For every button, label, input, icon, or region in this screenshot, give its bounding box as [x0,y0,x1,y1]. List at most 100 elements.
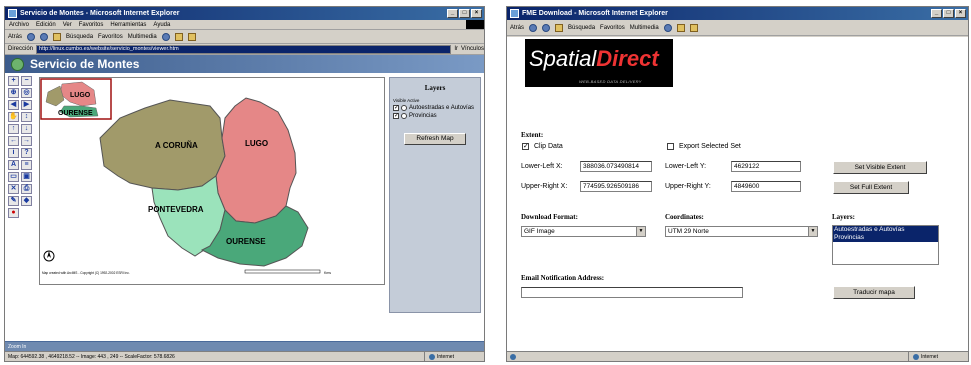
zoom-out-tool-icon[interactable]: − [21,76,32,86]
window-title: FME Download - Microsoft Internet Explor… [522,10,668,17]
back-button[interactable]: Atrás [8,34,22,40]
address-label: Dirección [8,46,34,52]
minimize-button[interactable]: _ [447,9,458,18]
search-button[interactable]: Búsqueda [66,34,93,40]
dropdown-arrow-icon: ▼ [808,227,817,236]
select-tool-icon[interactable]: ▭ [8,172,19,182]
menu-ayuda[interactable]: Ayuda [153,22,170,28]
zoom-prev-tool-icon[interactable]: ◀ [8,100,19,110]
layers-label: Layers: [832,213,855,221]
home-icon[interactable] [53,32,62,41]
menu-ver[interactable]: Ver [63,22,72,28]
minimize-button[interactable]: _ [931,9,942,18]
close-button[interactable]: × [955,9,966,18]
layers-title: Layers [424,84,446,92]
pan-tool-icon[interactable]: ✋ [8,112,19,122]
query-tool-icon[interactable]: ? [21,148,32,158]
zoom-layer-tool-icon[interactable]: ◎ [21,88,32,98]
menu-archivo[interactable]: Archivo [9,22,29,28]
pan-north-tool-icon[interactable]: ↑ [8,124,19,134]
menu-herramientas[interactable]: Herramientas [110,22,146,28]
stop-icon[interactable] [27,32,36,41]
layer-visible-checkbox[interactable]: ✓ [393,105,399,111]
stop-icon[interactable] [529,23,538,32]
stop-tool-icon[interactable]: ● [8,208,19,218]
mail-icon[interactable] [676,23,685,32]
security-zone: Internet [424,352,484,361]
lower-left-y-input[interactable]: 4629122 [731,161,801,172]
zoom-in-tool-icon[interactable]: + [8,76,19,86]
favorites-button[interactable]: Favoritos [98,34,123,40]
menu-edicion[interactable]: Edición [36,22,56,28]
clip-data-checkbox[interactable]: ✓ [522,143,529,150]
security-zone: Internet [908,352,968,361]
set-full-extent-button[interactable]: Set Full Extent [833,181,909,194]
clear-tool-icon[interactable]: ✕ [8,184,19,194]
map-view[interactable]: A CORUÑA LUGO PONTEVEDRA OURENSE LUGO OU… [39,77,385,285]
pan-south-tool-icon[interactable]: ↓ [21,124,32,134]
zoom-next-tool-icon[interactable]: ▶ [21,100,32,110]
favorites-button[interactable]: Favoritos [600,25,625,31]
history-icon[interactable] [161,32,170,41]
coordinates-select[interactable]: UTM 29 Norte ▼ [665,226,818,237]
home-icon[interactable] [555,23,564,32]
download-format-select[interactable]: GIF Image ▼ [521,226,646,237]
search-button[interactable]: Búsqueda [568,25,595,31]
download-format-label: Download Format: [521,213,578,221]
links-button[interactable]: Vínculos [461,46,484,52]
buffer-tool-icon[interactable]: ▣ [21,172,32,182]
extent-label: Extent: [521,131,544,139]
refresh-map-button[interactable]: Refresh Map [404,133,466,145]
export-selected-checkbox[interactable] [667,143,674,150]
list-item[interactable]: Autoestradas e Autovías [833,226,938,234]
back-button[interactable]: Atrás [510,25,524,31]
layer-active-radio[interactable] [401,105,407,111]
identify-tool-icon[interactable]: i [8,148,19,158]
servicio-montes-window: Servicio de Montes - Microsoft Internet … [4,6,485,362]
media-button[interactable]: Multimedia [128,34,157,40]
overview-label-ourense: OURENSE [58,110,93,117]
list-item[interactable]: Provincias [833,234,938,242]
go-button[interactable]: Ir [454,46,458,52]
menu-favoritos[interactable]: Favoritos [79,22,104,28]
media-button[interactable]: Multimedia [630,25,659,31]
scale-label: Kms [324,271,331,275]
pan-east-tool-icon[interactable]: → [21,136,32,146]
refresh-icon[interactable] [542,23,551,32]
pan-west-tool-icon[interactable]: ← [8,136,19,146]
email-input[interactable] [521,287,743,298]
measure-tool-icon[interactable]: ≡ [21,160,32,170]
print-icon[interactable] [187,32,196,41]
layers-subheader: Visible Active [393,98,420,103]
scale-bar [244,269,321,274]
traducir-mapa-button[interactable]: Traducir mapa [833,286,915,299]
lower-left-x-input[interactable]: 388036.073490814 [580,161,652,172]
extract-tool-icon[interactable]: ◆ [21,196,32,206]
refresh-icon[interactable] [40,32,49,41]
maximize-button[interactable]: □ [459,9,470,18]
pan-arrows-tool-icon[interactable]: ↕ [21,112,32,122]
clip-data-label: Clip Data [534,143,563,150]
address-input[interactable]: http://linux.cumbo.es/website/servicio_m… [36,44,452,54]
maximize-button[interactable]: □ [943,9,954,18]
close-button[interactable]: × [471,9,482,18]
upper-right-y-label: Upper-Right Y: [665,183,711,190]
upper-right-y-input[interactable]: 4849600 [731,181,801,192]
layer-visible-checkbox[interactable]: ✓ [393,113,399,119]
mail-icon[interactable] [174,32,183,41]
lower-left-y-label: Lower-Left Y: [665,163,707,170]
layer-active-radio[interactable] [401,113,407,119]
upper-right-x-input[interactable]: 774595.926509186 [580,181,652,192]
find-tool-icon[interactable]: A [8,160,19,170]
history-icon[interactable] [663,23,672,32]
zoom-full-tool-icon[interactable]: ⊕ [8,88,19,98]
set-visible-extent-button[interactable]: Set Visible Extent [833,161,927,174]
ie-icon [510,9,519,18]
map-canvas[interactable]: A CORUÑA LUGO PONTEVEDRA OURENSE LUGO OU… [40,78,386,286]
print-tool-icon[interactable]: ⎙ [21,184,32,194]
print-icon[interactable] [689,23,698,32]
pencil-tool-icon[interactable]: ✎ [8,196,19,206]
layers-listbox[interactable]: Autoestradas e Autovías Provincias [832,225,939,265]
layer-row: ✓ Autoestradas e Autovías [393,105,480,111]
windows-flag-icon [466,20,484,29]
